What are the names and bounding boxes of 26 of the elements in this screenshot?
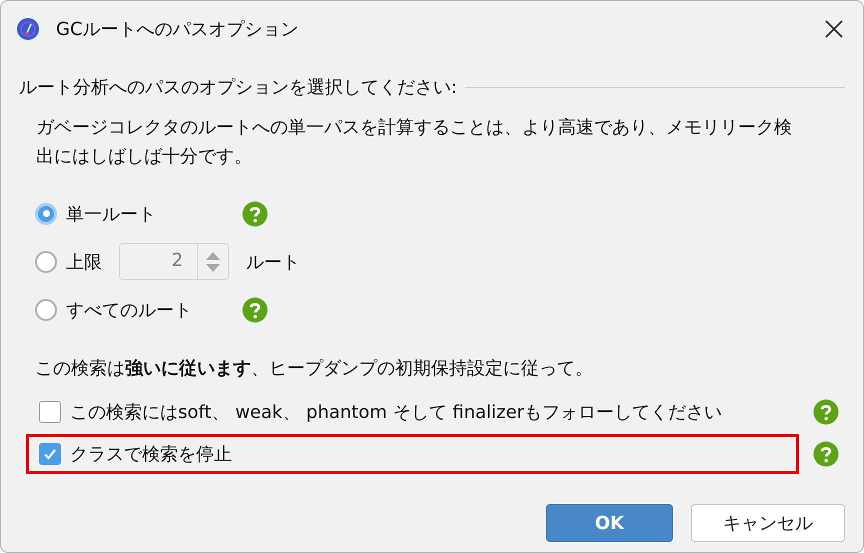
radio-button[interactable] bbox=[35, 250, 57, 272]
close-button[interactable] bbox=[823, 18, 845, 40]
radio-button[interactable] bbox=[35, 298, 57, 320]
help-icon[interactable] bbox=[813, 399, 839, 425]
radio-button[interactable] bbox=[35, 202, 57, 224]
section-label: ルート分析へのパスのオプションを選択してください: bbox=[19, 76, 458, 99]
checkbox[interactable] bbox=[39, 443, 61, 465]
radio-label: 単一ルート bbox=[66, 202, 157, 226]
radio-label: すべてのルート bbox=[66, 298, 193, 322]
help-icon[interactable] bbox=[813, 441, 839, 467]
checkbox-label: クラスで検索を停止 bbox=[70, 443, 232, 466]
checkbox-label: この検索にはsoft、 weak、 phantom そして finalizerもフォローしてください bbox=[70, 401, 722, 424]
cancel-button[interactable]: キャンセル bbox=[691, 504, 845, 542]
help-icon[interactable] bbox=[242, 296, 268, 322]
description-text: ガベージコレクタのルートへの単一パスを計算することは、より高速であり、メモリリーク検出にはしばしば十分です。 bbox=[36, 116, 793, 169]
window-title: GCルートへのパスオプション bbox=[56, 18, 300, 40]
checkbox[interactable] bbox=[39, 401, 61, 423]
radio-label: 上限 bbox=[66, 250, 102, 274]
help-icon[interactable] bbox=[242, 200, 268, 226]
number-spinner[interactable]: 2 bbox=[119, 243, 229, 280]
radio-suffix: ルート bbox=[246, 250, 300, 274]
close-icon bbox=[825, 20, 843, 38]
note-text: この検索は強いに従います、ヒープダンプの初期保持設定に従って。 bbox=[35, 357, 594, 380]
gauge-icon bbox=[16, 16, 40, 40]
spinner-arrows-icon bbox=[205, 250, 221, 272]
ok-button[interactable]: OK bbox=[546, 504, 673, 542]
